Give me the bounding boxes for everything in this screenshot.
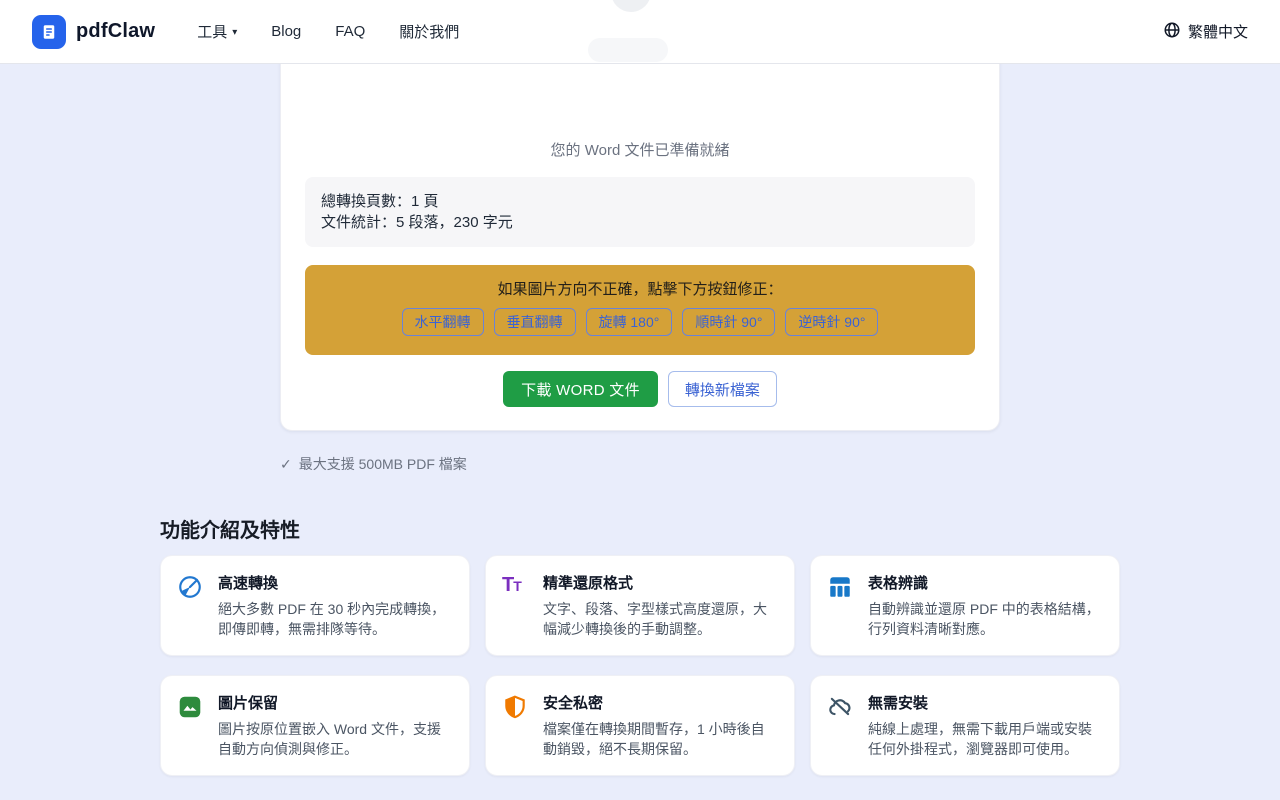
nav-tools-label: 工具	[197, 21, 227, 42]
convert-new-file-button[interactable]: 轉換新檔案	[668, 371, 777, 407]
feature-title: 安全私密	[543, 693, 778, 715]
feature-title: 圖片保留	[218, 693, 453, 715]
orientation-fix-panel: 如果圖片方向不正確，點擊下方按鈕修正： 水平翻轉 垂直翻轉 旋轉 180° 順時…	[305, 265, 975, 355]
text-format-icon: TT	[502, 573, 530, 639]
feature-card-body: 精準還原格式 文字、段落、字型樣式高度還原，大幅減少轉換後的手動調整。	[543, 573, 778, 639]
feature-card-no-install: 無需安裝 純線上處理，無需下載用戶端或安裝任何外掛程式，瀏覽器即可使用。	[810, 675, 1120, 776]
feature-title: 表格辨識	[868, 573, 1103, 595]
feature-desc: 檔案僅在轉換期間暫存，1 小時後自動銷毀，絕不長期保留。	[543, 719, 778, 759]
feature-card-format: TT 精準還原格式 文字、段落、字型樣式高度還原，大幅減少轉換後的手動調整。	[485, 555, 795, 656]
shield-icon	[502, 693, 530, 759]
conversion-result-card: 您的 Word 文件已準備就緒 總轉換頁數：1 頁 文件統計：5 段落，230 …	[280, 0, 1000, 431]
feature-desc: 文字、段落、字型樣式高度還原，大幅減少轉換後的手動調整。	[543, 599, 778, 639]
scrolled-title-ghost	[588, 38, 668, 62]
image-icon	[177, 693, 205, 759]
feature-card-image: 圖片保留 圖片按原位置嵌入 Word 文件，支援自動方向偵測與修正。	[160, 675, 470, 776]
globe-icon	[1163, 21, 1181, 43]
feature-card-body: 表格辨識 自動辨識並還原 PDF 中的表格結構，行列資料清晰對應。	[868, 573, 1103, 639]
result-actions: 下載 WORD 文件 轉換新檔案	[305, 371, 975, 407]
feature-desc: 自動辨識並還原 PDF 中的表格結構，行列資料清晰對應。	[868, 599, 1103, 639]
flip-horizontal-button[interactable]: 水平翻轉	[402, 308, 484, 336]
max-size-note-text: 最大支援 500MB PDF 檔案	[299, 456, 467, 473]
stats-pages-line: 總轉換頁數：1 頁	[321, 191, 959, 212]
rotate-cw-90-button[interactable]: 順時針 90°	[682, 308, 775, 336]
feature-title: 高速轉換	[218, 573, 453, 595]
pdf-document-icon	[32, 15, 66, 49]
feature-card-body: 高速轉換 絕大多數 PDF 在 30 秒內完成轉換，即傳即轉，無需排隊等待。	[218, 573, 453, 639]
max-size-note: ✓ 最大支援 500MB PDF 檔案	[280, 456, 1000, 473]
nav-blog[interactable]: Blog	[271, 23, 301, 40]
feature-title: 無需安裝	[868, 693, 1103, 715]
feature-card-body: 無需安裝 純線上處理，無需下載用戶端或安裝任何外掛程式，瀏覽器即可使用。	[868, 693, 1103, 759]
conversion-stats: 總轉換頁數：1 頁 文件統計：5 段落，230 字元	[305, 177, 975, 247]
chevron-down-icon: ▾	[232, 27, 237, 38]
language-switcher[interactable]: 繁體中文	[1163, 21, 1248, 43]
rotate-ccw-90-button[interactable]: 逆時針 90°	[785, 308, 878, 336]
brand-name: pdfClaw	[76, 20, 155, 43]
feature-desc: 純線上處理，無需下載用戶端或安裝任何外掛程式，瀏覽器即可使用。	[868, 719, 1103, 759]
table-icon	[827, 573, 855, 639]
stats-doc-line: 文件統計：5 段落，230 字元	[321, 212, 959, 233]
feature-title: 精準還原格式	[543, 573, 778, 595]
language-label: 繁體中文	[1188, 21, 1248, 42]
orientation-fix-buttons: 水平翻轉 垂直翻轉 旋轉 180° 順時針 90° 逆時針 90°	[321, 308, 959, 336]
features-section: 功能介紹及特性 高速轉換 絕大多數 PDF 在 30 秒內完成轉換，即傳即轉，無…	[160, 519, 1120, 776]
brand-logo[interactable]: pdfClaw	[32, 15, 155, 49]
feature-card-security: 安全私密 檔案僅在轉換期間暫存，1 小時後自動銷毀，絕不長期保留。	[485, 675, 795, 776]
feature-card-table: 表格辨識 自動辨識並還原 PDF 中的表格結構，行列資料清晰對應。	[810, 555, 1120, 656]
header: pdfClaw 工具 ▾ Blog FAQ 關於我們 繁體中文	[0, 0, 1280, 64]
cloud-off-icon	[827, 693, 855, 759]
check-icon: ✓	[280, 456, 292, 473]
speedometer-icon	[177, 573, 205, 639]
feature-desc: 絕大多數 PDF 在 30 秒內完成轉換，即傳即轉，無需排隊等待。	[218, 599, 453, 639]
nav-tools[interactable]: 工具 ▾	[197, 21, 237, 42]
scrolled-success-icon-ghost	[611, 0, 651, 12]
nav-about[interactable]: 關於我們	[399, 21, 459, 42]
download-word-button[interactable]: 下載 WORD 文件	[503, 371, 658, 407]
features-title: 功能介紹及特性	[160, 519, 1120, 543]
rotate-180-button[interactable]: 旋轉 180°	[586, 308, 673, 336]
feature-grid: 高速轉換 絕大多數 PDF 在 30 秒內完成轉換，即傳即轉，無需排隊等待。 T…	[160, 555, 1120, 776]
feature-card-body: 安全私密 檔案僅在轉換期間暫存，1 小時後自動銷毀，絕不長期保留。	[543, 693, 778, 759]
flip-vertical-button[interactable]: 垂直翻轉	[494, 308, 576, 336]
feature-desc: 圖片按原位置嵌入 Word 文件，支援自動方向偵測與修正。	[218, 719, 453, 759]
orientation-fix-notice: 如果圖片方向不正確，點擊下方按鈕修正：	[321, 280, 959, 299]
nav-faq[interactable]: FAQ	[335, 23, 365, 40]
feature-card-body: 圖片保留 圖片按原位置嵌入 Word 文件，支援自動方向偵測與修正。	[218, 693, 453, 759]
feature-card-speed: 高速轉換 絕大多數 PDF 在 30 秒內完成轉換，即傳即轉，無需排隊等待。	[160, 555, 470, 656]
main-nav: 工具 ▾ Blog FAQ 關於我們	[197, 21, 459, 42]
